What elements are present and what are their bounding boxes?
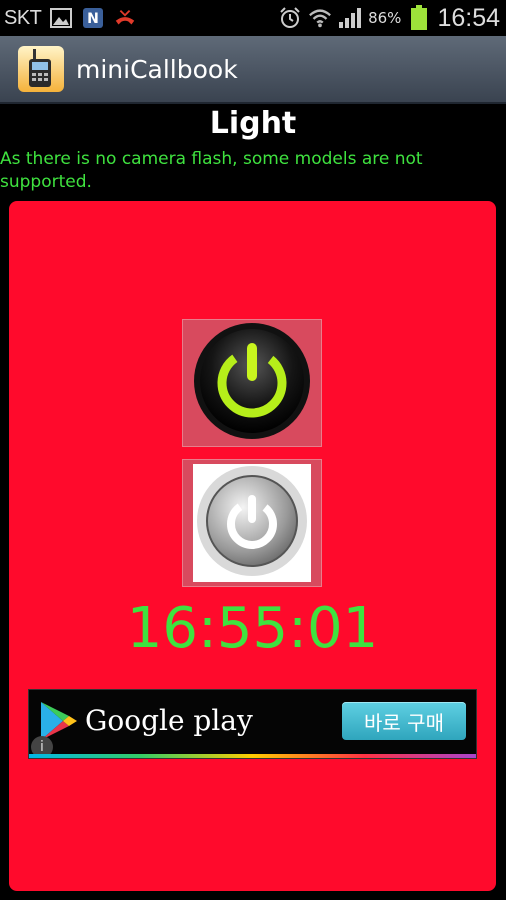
light-on-button[interactable] [182, 319, 322, 447]
app-title: miniCallbook [76, 54, 238, 84]
light-panel: 16:55:01 Google play 바로 구매 i [9, 201, 496, 891]
status-bar: SKT N 86% 16:54 [0, 0, 506, 36]
signal-icon [338, 6, 362, 30]
svg-text:N: N [88, 11, 100, 27]
ad-banner[interactable]: Google play 바로 구매 i [28, 689, 477, 759]
power-on-icon [192, 321, 312, 445]
flash-notice: As there is no camera flash, some models… [0, 149, 423, 192]
wifi-icon [308, 6, 332, 30]
gallery-icon [49, 6, 73, 30]
carrier-label: SKT [4, 6, 42, 29]
walkie-talkie-icon[interactable] [18, 46, 64, 92]
current-time: 16:55:01 [126, 596, 379, 661]
app-bar: miniCallbook [0, 36, 506, 104]
page-title: Light [209, 106, 297, 141]
missed-call-icon [113, 6, 137, 30]
ad-stripe [29, 754, 476, 758]
battery-percentage: 86% [368, 9, 402, 27]
power-off-icon [196, 465, 308, 581]
google-play-label: Google play [85, 704, 253, 737]
alarm-icon [278, 6, 302, 30]
buy-now-button[interactable]: 바로 구매 [342, 702, 466, 740]
light-off-button[interactable] [182, 459, 322, 587]
battery-icon [407, 5, 431, 30]
naver-icon: N [81, 6, 105, 30]
status-clock: 16:54 [437, 3, 500, 32]
